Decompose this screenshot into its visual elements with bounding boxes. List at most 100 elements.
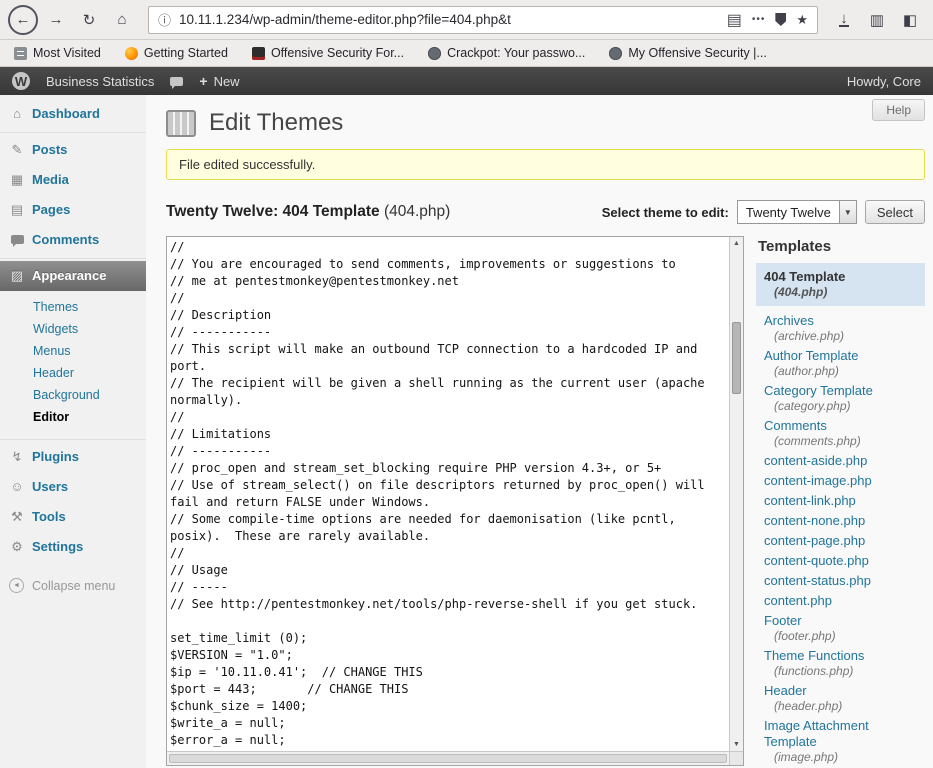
comments-link[interactable] [170, 77, 183, 86]
template-item[interactable]: Category Template (category.php) [756, 382, 925, 415]
template-filename: (header.php) [764, 699, 917, 714]
template-filename: (image.php) [764, 750, 917, 765]
scrollbar-corner [729, 752, 743, 765]
template-item[interactable]: content-link.php [756, 492, 925, 510]
bookmark-label: Most Visited [33, 46, 101, 60]
sidebar-item-label: Posts [32, 142, 67, 158]
vertical-scrollbar[interactable]: ▲ ▼ [729, 237, 743, 751]
wordpress-logo-icon: W [12, 72, 30, 90]
library-icon: ▥ [870, 11, 884, 29]
reload-button[interactable]: ↻ [74, 6, 104, 34]
sidebar-item-editor[interactable]: Editor [0, 406, 146, 428]
template-item[interactable]: 404 Template (404.php) [756, 263, 925, 306]
select-theme-button[interactable]: Select [865, 200, 925, 224]
template-item[interactable]: Comments (comments.php) [756, 417, 925, 450]
url-bar[interactable]: ⓘ 10.11.1.234/wp-admin/theme-editor.php?… [148, 6, 818, 34]
templates-list: 404 Template (404.php) Archives (archive… [756, 263, 925, 766]
sidebar-item-media[interactable]: ▦ Media [0, 165, 146, 195]
appearance-submenu: Themes Widgets Menus Header Background E… [0, 291, 146, 436]
globe-icon [428, 47, 441, 60]
scrollbar-thumb[interactable] [169, 754, 727, 763]
bookmark-star-icon[interactable]: ★ [796, 12, 808, 28]
my-account-link[interactable]: Howdy, Core [847, 74, 921, 89]
template-item[interactable]: content.php [756, 592, 925, 610]
sidebar-item-label: Pages [32, 202, 70, 218]
template-name: Comments [764, 418, 917, 434]
theme-select-value: Twenty Twelve [738, 201, 839, 223]
template-item[interactable]: Image Attachment Template (image.php) [756, 717, 925, 766]
sidebar-item-label: Users [32, 479, 68, 495]
template-item[interactable]: content-aside.php [756, 452, 925, 470]
main-content: Help Edit Themes File edited successfull… [146, 95, 933, 768]
sidebar-toggle-button[interactable]: ◧ [895, 6, 925, 34]
template-item[interactable]: content-none.php [756, 512, 925, 530]
wp-logo-menu[interactable]: W [12, 72, 30, 90]
bookmark-getting-started[interactable]: Getting Started [125, 46, 228, 60]
template-name: Category Template [764, 383, 917, 399]
horizontal-scrollbar[interactable] [167, 752, 729, 765]
sidebar-item-posts[interactable]: ✎Posts [0, 135, 146, 165]
browser-toolbar: ← → ↻ ⌂ ⓘ 10.11.1.234/wp-admin/theme-edi… [0, 0, 933, 40]
url-text: 10.11.1.234/wp-admin/theme-editor.php?fi… [179, 12, 719, 27]
sidebar-item-themes[interactable]: Themes [0, 296, 146, 318]
media-icon: ▦ [9, 172, 25, 188]
template-item[interactable]: Header (header.php) [756, 682, 925, 715]
dashboard-icon: ⌂ [9, 106, 25, 122]
theme-select[interactable]: Twenty Twelve ▼ [737, 200, 857, 224]
scroll-up-icon[interactable]: ▲ [730, 237, 743, 250]
bookmark-crackpot[interactable]: Crackpot: Your passwo... [428, 46, 585, 60]
sidebar-item-widgets[interactable]: Widgets [0, 318, 146, 340]
help-button[interactable]: Help [872, 99, 925, 121]
plugins-icon: ↯ [9, 449, 25, 465]
page-title: Edit Themes [209, 109, 343, 137]
library-button[interactable]: ▥ [862, 6, 892, 34]
bookmark-label: Crackpot: Your passwo... [447, 46, 585, 60]
sidebar-item-tools[interactable]: ⚒Tools [0, 502, 146, 532]
sidebar-item-label: Media [32, 172, 69, 188]
collapse-menu-button[interactable]: ◄Collapse menu [0, 566, 146, 605]
file-title: Twenty Twelve: 404 Template (404.php) [166, 203, 450, 221]
scroll-down-icon[interactable]: ▼ [730, 738, 743, 751]
template-item[interactable]: Author Template (author.php) [756, 347, 925, 380]
template-name: Theme Functions [764, 648, 917, 664]
code-editor[interactable]: // // You are encouraged to send comment… [167, 237, 729, 751]
template-item[interactable]: content-quote.php [756, 552, 925, 570]
sidebar-item-appearance[interactable]: ▨Appearance [0, 261, 146, 291]
template-item[interactable]: content-status.php [756, 572, 925, 590]
chevron-down-icon: ▼ [839, 201, 856, 223]
back-button[interactable]: ← [8, 5, 38, 35]
menu-separator [0, 129, 146, 135]
sidebar-item-menus[interactable]: Menus [0, 340, 146, 362]
forward-button[interactable]: → [41, 6, 71, 34]
home-button[interactable]: ⌂ [107, 6, 137, 34]
file-title-name: Twenty Twelve: 404 Template [166, 203, 380, 220]
sidebar-item-pages[interactable]: ▤Pages [0, 195, 146, 225]
template-item[interactable]: content-page.php [756, 532, 925, 550]
new-content-menu[interactable]: +New [199, 73, 239, 89]
site-info-icon[interactable]: ⓘ [158, 10, 171, 29]
shield-icon[interactable] [775, 13, 786, 26]
code-editor-box: // // You are encouraged to send comment… [166, 236, 744, 766]
sidebar-item-comments[interactable]: Comments [0, 225, 146, 255]
template-item[interactable]: Archives (archive.php) [756, 312, 925, 345]
sidebar-item-plugins[interactable]: ↯Plugins [0, 442, 146, 472]
scrollbar-thumb[interactable] [732, 322, 741, 394]
sidebar-item-users[interactable]: ☺Users [0, 472, 146, 502]
template-name: Footer [764, 613, 917, 629]
sidebar-item-settings[interactable]: ⚙Settings [0, 532, 146, 562]
page-actions-icon[interactable]: ••• [752, 14, 766, 25]
template-item[interactable]: Footer (footer.php) [756, 612, 925, 645]
sidebar-item-background[interactable]: Background [0, 384, 146, 406]
template-item[interactable]: content-image.php [756, 472, 925, 490]
bookmark-offensive-security-forums[interactable]: Offensive Security For... [252, 46, 404, 60]
site-name-link[interactable]: Business Statistics [46, 74, 154, 89]
templates-panel: Templates 404 Template (404.php) Archive… [756, 236, 925, 768]
sidebar-item-header[interactable]: Header [0, 362, 146, 384]
template-item[interactable]: Theme Functions (functions.php) [756, 647, 925, 680]
bookmark-my-offensive-security[interactable]: My Offensive Security |... [609, 46, 766, 60]
downloads-button[interactable]: ↓ [829, 6, 859, 34]
sidebar-item-dashboard[interactable]: ⌂Dashboard [0, 99, 146, 129]
bookmark-most-visited[interactable]: Most Visited [14, 46, 101, 60]
reader-mode-icon[interactable]: ▤ [727, 10, 742, 30]
new-label: New [214, 74, 240, 89]
